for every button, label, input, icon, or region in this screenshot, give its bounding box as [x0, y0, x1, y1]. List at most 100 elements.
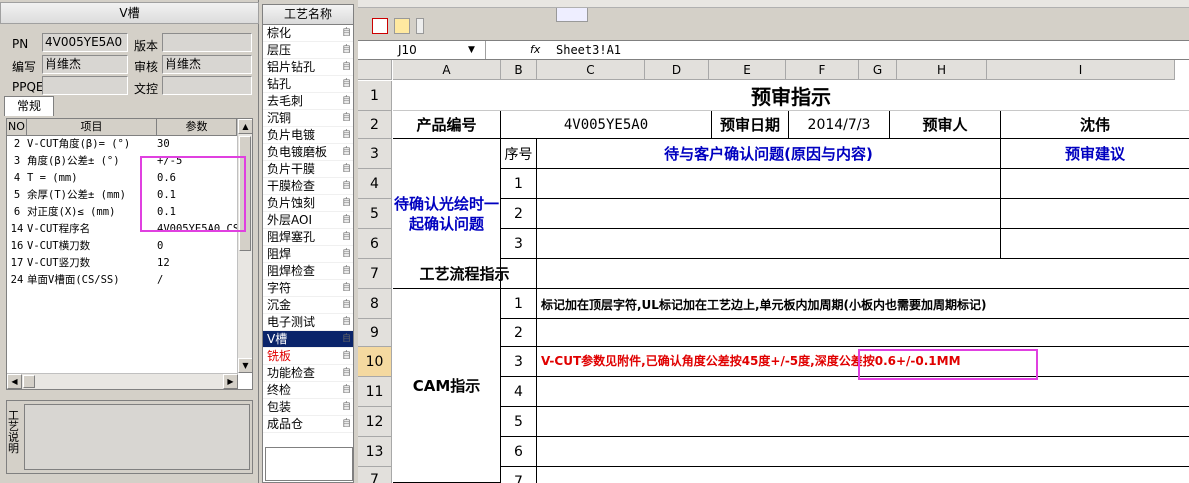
- cam-instruction-cell[interactable]: [537, 377, 1189, 407]
- tab-general[interactable]: 常规: [4, 96, 54, 116]
- pdf-icon[interactable]: [372, 18, 388, 34]
- name-box[interactable]: J10 ▼: [358, 41, 486, 59]
- pending-suggestion-cell[interactable]: [1001, 229, 1189, 259]
- process-item[interactable]: 字符 自: [263, 280, 353, 297]
- cam-instruction-1[interactable]: 标记加在顶层字符,UL标记加在工艺边上,单元板内加周期(小板内也需要加周期标记): [541, 291, 1181, 317]
- process-item[interactable]: 阻焊塞孔 自: [263, 229, 353, 246]
- pre-date-value[interactable]: 2014/7/3: [789, 111, 890, 139]
- cam-seq-cell[interactable]: 6: [501, 437, 537, 467]
- cam-label[interactable]: CAM指示: [393, 289, 501, 483]
- hscroll-thumb[interactable]: [23, 375, 35, 388]
- process-item[interactable]: 外层AOI 自: [263, 212, 353, 229]
- horizontal-scrollbar[interactable]: ◀ ▶: [7, 373, 238, 389]
- process-flow-value[interactable]: [537, 259, 1189, 289]
- sheet-title[interactable]: 预审指示: [393, 81, 1189, 111]
- cam-seq-cell[interactable]: 7: [501, 467, 537, 483]
- cam-seq-cell[interactable]: 1: [501, 289, 537, 319]
- product-no-label[interactable]: 产品编号: [393, 111, 501, 139]
- column-header[interactable]: D: [645, 60, 709, 80]
- pending-suggestion-cell[interactable]: [1001, 169, 1189, 199]
- reviewer-label[interactable]: 预审人: [890, 111, 1001, 139]
- version-field[interactable]: [162, 33, 252, 52]
- table-row[interactable]: 2 V-CUT角度(β)= (°) 30: [7, 136, 252, 153]
- process-item[interactable]: 电子测试 自: [263, 314, 353, 331]
- process-item[interactable]: 铝片钻孔 自: [263, 59, 353, 76]
- pn-field[interactable]: 4V005YE5A0: [42, 33, 128, 52]
- process-item[interactable]: 成品仓 自: [263, 416, 353, 433]
- toolbar-dropdown-icon[interactable]: [416, 18, 424, 34]
- process-item[interactable]: 阻焊检查 自: [263, 263, 353, 280]
- process-item[interactable]: 沉铜 自: [263, 110, 353, 127]
- process-item[interactable]: 沉金 自: [263, 297, 353, 314]
- row-header[interactable]: 7: [358, 259, 392, 289]
- scroll-down-icon[interactable]: ▼: [238, 358, 252, 373]
- row-header[interactable]: 12: [358, 407, 392, 437]
- select-all-corner[interactable]: [358, 60, 392, 80]
- cam-instruction-cell[interactable]: [537, 467, 1189, 483]
- process-item[interactable]: 负片干膜 自: [263, 161, 353, 178]
- column-header[interactable]: H: [897, 60, 987, 80]
- pending-issue-cell[interactable]: [537, 199, 1001, 229]
- process-item[interactable]: 铣板 自: [263, 348, 353, 365]
- pending-issue-cell[interactable]: [537, 229, 1001, 259]
- column-header[interactable]: E: [709, 60, 786, 80]
- table-row[interactable]: 17 V-CUT竖刀数 12: [7, 255, 252, 272]
- process-item[interactable]: 负电镀磨板 自: [263, 144, 353, 161]
- row-header[interactable]: 2: [358, 111, 392, 139]
- author-field[interactable]: 肖维杰: [42, 55, 128, 74]
- cam-instruction-cell[interactable]: [537, 407, 1189, 437]
- seq-label[interactable]: 序号: [501, 139, 537, 169]
- scroll-left-icon[interactable]: ◀: [7, 374, 22, 389]
- process-item[interactable]: 钻孔 自: [263, 76, 353, 93]
- row-header[interactable]: 1: [358, 81, 392, 111]
- process-item[interactable]: V槽 自: [263, 331, 353, 348]
- process-item[interactable]: 包装 自: [263, 399, 353, 416]
- reviewer-value[interactable]: 沈伟: [1001, 111, 1189, 139]
- cam-seq-cell[interactable]: 2: [501, 319, 537, 347]
- row-header[interactable]: 8: [358, 289, 392, 319]
- process-item[interactable]: 干膜检查 自: [263, 178, 353, 195]
- column-header[interactable]: F: [786, 60, 859, 80]
- process-flow-label[interactable]: 工艺流程指示: [393, 259, 537, 289]
- process-item[interactable]: 功能检查 自: [263, 365, 353, 382]
- scroll-up-icon[interactable]: ▲: [238, 119, 252, 134]
- doc-control-field[interactable]: [162, 76, 252, 95]
- table-row[interactable]: 16 V-CUT横刀数 0: [7, 238, 252, 255]
- column-header[interactable]: C: [537, 60, 645, 80]
- process-item[interactable]: 阻焊 自: [263, 246, 353, 263]
- row-header[interactable]: 11: [358, 377, 392, 407]
- name-box-dropdown-icon[interactable]: ▼: [468, 41, 475, 59]
- column-header[interactable]: A: [393, 60, 501, 80]
- process-item[interactable]: 去毛刺 自: [263, 93, 353, 110]
- issues-label[interactable]: 待与客户确认问题(原因与内容): [537, 139, 1001, 169]
- table-row[interactable]: 24 单面V槽面(CS/SS) /: [7, 272, 252, 289]
- pending-issue-cell[interactable]: [537, 169, 1001, 199]
- cam-instruction-cell[interactable]: [537, 319, 1189, 347]
- pending-seq-cell[interactable]: 1: [501, 169, 537, 199]
- pending-seq-cell[interactable]: 2: [501, 199, 537, 229]
- row-header[interactable]: 3: [358, 139, 392, 169]
- export-icon[interactable]: [394, 18, 410, 34]
- pending-seq-cell[interactable]: 3: [501, 229, 537, 259]
- review-field[interactable]: 肖维杰: [162, 55, 252, 74]
- row-header[interactable]: 9: [358, 319, 392, 347]
- process-item[interactable]: 终检 自: [263, 382, 353, 399]
- process-item[interactable]: 负片蚀刻 自: [263, 195, 353, 212]
- process-item[interactable]: 棕化 自: [263, 25, 353, 42]
- row-header[interactable]: 6: [358, 229, 392, 259]
- column-header[interactable]: I: [987, 60, 1175, 80]
- cam-seq-cell[interactable]: 5: [501, 407, 537, 437]
- suggestion-label[interactable]: 预审建议: [1001, 139, 1189, 169]
- column-header[interactable]: G: [859, 60, 897, 80]
- process-note-input[interactable]: [24, 404, 250, 470]
- pending-suggestion-cell[interactable]: [1001, 199, 1189, 229]
- cam-seq-cell[interactable]: 3: [501, 347, 537, 377]
- product-no-value[interactable]: 4V005YE5A0: [501, 111, 712, 139]
- cam-seq-cell[interactable]: 4: [501, 377, 537, 407]
- formula-content[interactable]: Sheet3!A1: [556, 43, 621, 57]
- row-header[interactable]: 7: [358, 467, 392, 483]
- row-header[interactable]: 10: [358, 347, 392, 377]
- row-header[interactable]: 13: [358, 437, 392, 467]
- process-input[interactable]: [265, 447, 353, 481]
- ppqe-field[interactable]: [42, 76, 128, 95]
